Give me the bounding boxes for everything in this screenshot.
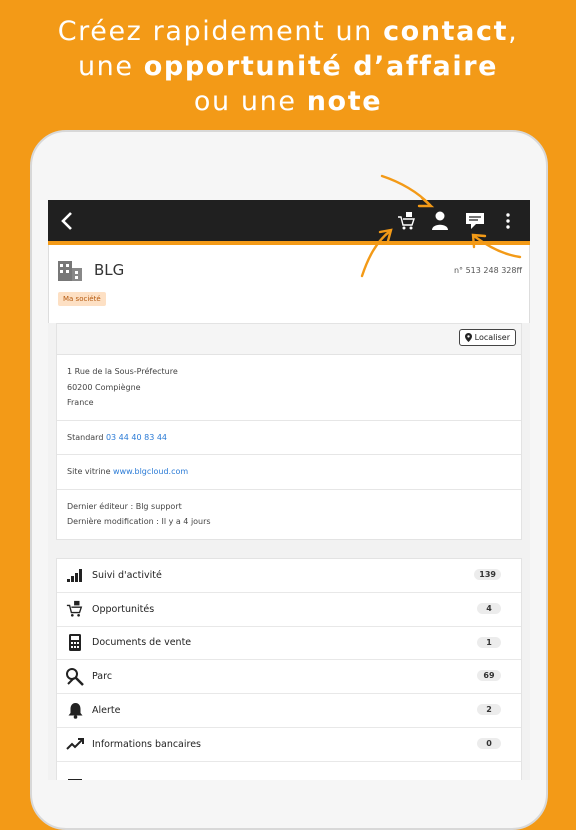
address-section: 1 Rue de la Sous-Préfecture 60200 Compiè… <box>57 355 521 421</box>
content-area: BLG n° 513 248 328ff Ma société Localise… <box>48 245 530 780</box>
company-header: BLG n° 513 248 328ff Ma société <box>48 245 530 323</box>
locate-button[interactable]: Localiser <box>458 329 516 346</box>
tools-icon <box>65 667 85 687</box>
count-badge: 139 <box>474 569 501 580</box>
company-name: BLG <box>94 261 125 279</box>
phone-section: Standard 03 44 40 83 44 <box>57 421 521 455</box>
list-item-sales-documents[interactable]: Documents de vente 1 <box>57 627 521 661</box>
note-icon[interactable] <box>464 210 486 232</box>
list-item-park[interactable]: Parc 69 <box>57 660 521 695</box>
address-line: 60200 Compiègne <box>67 382 141 392</box>
cart-icon <box>65 599 85 619</box>
company-number: n° 513 248 328ff <box>453 266 522 275</box>
list-icon <box>65 768 85 780</box>
details-card-header: Localiser <box>57 324 521 355</box>
list-item-label: Suivi d'activité <box>92 569 162 581</box>
headline-text: Créez rapidement un <box>57 16 384 47</box>
building-icon <box>57 259 83 285</box>
status-badge: Ma société <box>58 292 106 306</box>
headline-emphasis: opportunité d’affaire <box>143 51 499 82</box>
headline-text: ou une <box>193 86 307 117</box>
edit-info-section: Dernier éditeur : Blg support Dernière m… <box>57 490 521 539</box>
last-modified: Dernière modification : Il y a 4 jours <box>67 517 211 526</box>
related-list: Suivi d'activité 139 Opportunités 4 Docu… <box>56 558 522 780</box>
promo-headline: Créez rapidement un contact, une opportu… <box>0 14 576 119</box>
signal-bars-icon <box>65 565 85 585</box>
address-line: 1 Rue de la Sous-Préfecture <box>67 367 178 376</box>
headline-text: , <box>508 16 519 47</box>
list-item-opportunities[interactable]: Opportunités 4 <box>57 593 521 627</box>
list-item-label: Documents de vente <box>92 637 192 649</box>
headline-emphasis: note <box>306 86 383 117</box>
count-badge: 69 <box>477 670 501 682</box>
website-label: Site vitrine <box>67 467 111 476</box>
locate-button-label: Localiser <box>474 333 510 342</box>
list-item-bank-info[interactable]: Informations bancaires 0 <box>57 728 521 762</box>
count-badge: 2 <box>477 704 501 716</box>
list-item-activity[interactable]: Suivi d'activité 139 <box>57 559 521 593</box>
map-pin-icon <box>464 333 472 342</box>
list-item-alert[interactable]: Alerte 2 <box>57 694 521 728</box>
calculator-icon <box>65 633 85 653</box>
phone-label: Standard <box>67 432 104 442</box>
count-badge: 1 <box>477 636 501 648</box>
list-item-label: Parc <box>92 671 113 683</box>
headline-emphasis: contact <box>383 16 509 47</box>
details-card: Localiser 1 Rue de la Sous-Préfecture 60… <box>56 323 522 540</box>
list-item-partial[interactable] <box>57 762 521 780</box>
website-link[interactable]: www.blgcloud.com <box>113 467 188 476</box>
app-screen: BLG n° 513 248 328ff Ma société Localise… <box>48 200 530 780</box>
chevron-left-icon[interactable] <box>56 210 78 232</box>
address-line: France <box>67 398 94 407</box>
trend-up-icon <box>65 734 85 754</box>
top-toolbar <box>48 200 530 245</box>
list-item-label: Opportunités <box>92 603 155 615</box>
cart-icon[interactable] <box>396 210 418 232</box>
list-item-label: Informations bancaires <box>92 738 202 750</box>
headline-text: une <box>77 51 144 82</box>
more-vertical-icon[interactable] <box>497 210 519 232</box>
count-badge: 0 <box>477 737 501 749</box>
person-icon[interactable] <box>429 210 451 232</box>
count-badge: 4 <box>477 602 501 614</box>
website-section: Site vitrine www.blgcloud.com <box>57 455 521 490</box>
bell-icon <box>65 701 85 721</box>
list-item-label: Alerte <box>92 705 121 717</box>
phone-link[interactable]: 03 44 40 83 44 <box>106 433 167 442</box>
last-editor: Dernier éditeur : Blg support <box>67 501 182 511</box>
